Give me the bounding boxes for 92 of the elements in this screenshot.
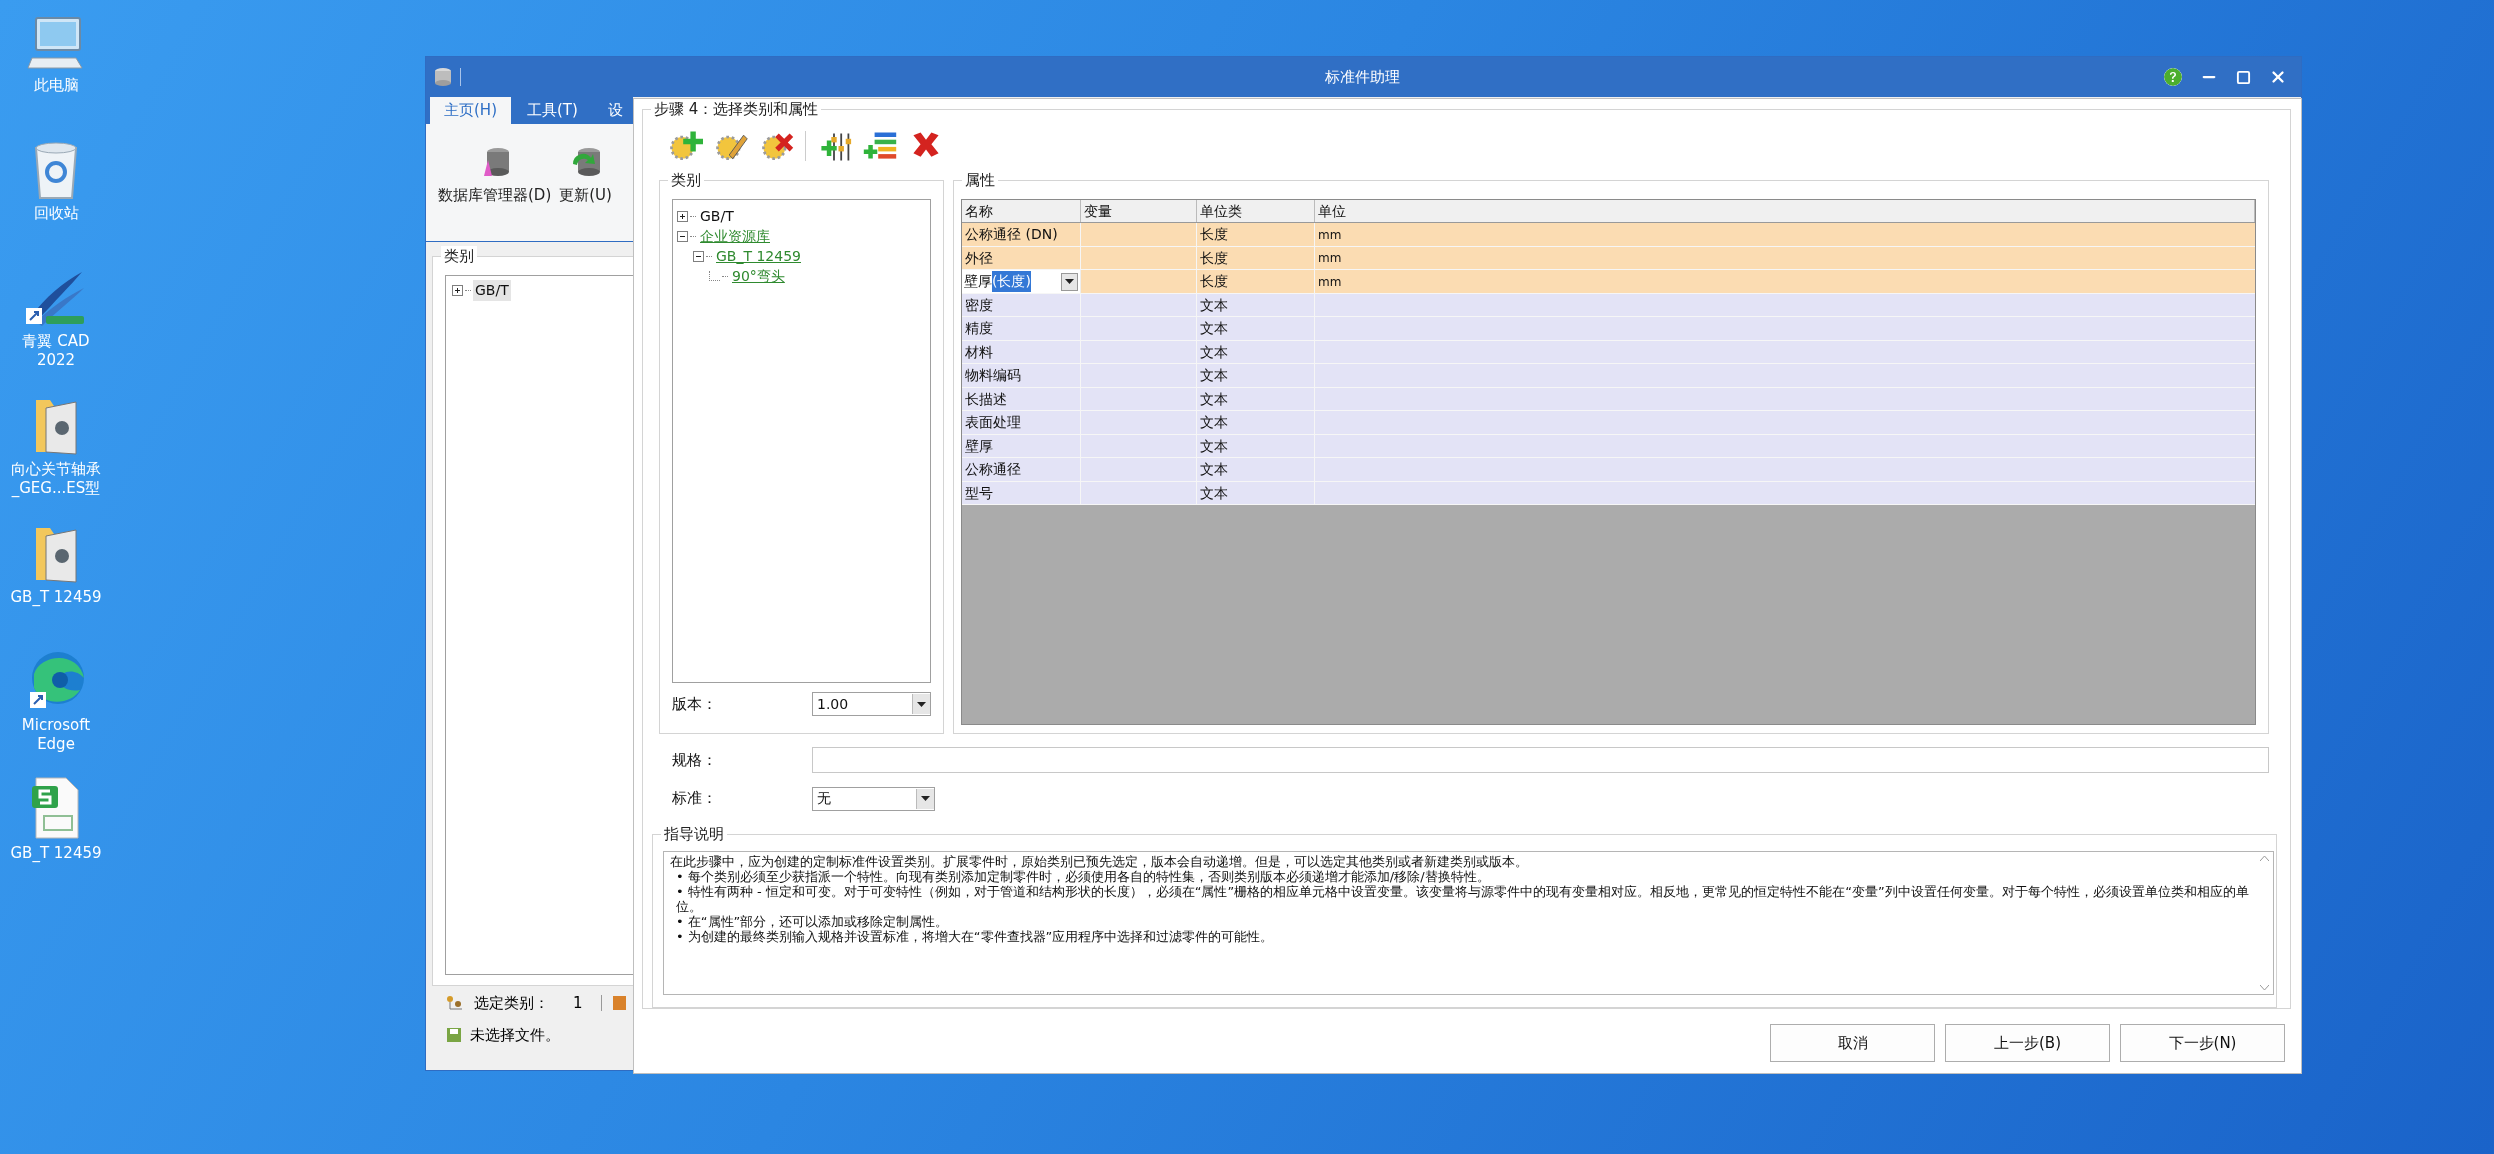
table-row[interactable]: 外径 长度 mm <box>962 246 2255 271</box>
dialog-button[interactable]: 取消 <box>1770 1024 1935 1062</box>
group-title: 步骤 4：选择类别和属性 <box>651 99 822 119</box>
collapse-icon[interactable] <box>677 230 688 242</box>
tree-item[interactable]: GB_T 12459 <box>714 245 803 267</box>
dialog-button[interactable]: 上一步(B) <box>1945 1024 2110 1062</box>
spreadsheet-file-icon <box>30 776 82 840</box>
guidance-paragraph: 在此步骤中，应为创建的定制标准件设置类别。扩展零件时，原始类别已预先选定，版本会自动递增。但是，可以选定其他类别或者新建类别或版本。 <box>670 854 1529 870</box>
table-cell-text: mm <box>1317 226 1343 244</box>
table-cell: 公称通径 (DN) <box>962 223 1081 246</box>
guidance-bullet: • 特性有两种 - 恒定和可变。对于可变特性（例如，对于管道和结构形状的长度），必须在“属性”栅格的相应单元格中设置变量。该变量将与源零件中的现有变量相对应。相反地，更常见的恒定特性不能在“变量”列中设置任何变量。对于每个特性，必须设置单位类和相应的单位。 <box>675 884 2250 915</box>
help-icon[interactable] <box>2164 68 2182 86</box>
tree-item[interactable]: GB/T <box>473 279 511 301</box>
category-icon <box>446 995 464 1011</box>
ribbon-tab[interactable]: 设 <box>593 97 633 124</box>
table-cell: 表面处理 <box>962 411 1081 434</box>
database-icon <box>434 67 452 87</box>
table-row[interactable]: 公称通径 (DN) 长度 mm <box>962 223 2255 247</box>
column-header[interactable]: 名称 <box>962 200 1081 223</box>
table-cell-text: 文本 <box>1199 389 1229 409</box>
save-icon <box>446 1027 462 1043</box>
table-row[interactable]: 长描述 文本 <box>962 387 2255 412</box>
table-row[interactable]: 型号 文本 <box>962 481 2255 506</box>
table-row[interactable]: 精度 文本 <box>962 317 2255 341</box>
status-label: 选定类别： <box>474 992 549 1014</box>
dropdown-arrow-icon <box>921 796 930 802</box>
table-row[interactable]: 表面处理 文本 <box>962 411 2255 435</box>
standard-label: 标准： <box>672 788 718 810</box>
dropdown-arrow-icon <box>917 701 926 707</box>
standard-dropdown[interactable]: 无 <box>812 786 935 811</box>
scroll-up-icon[interactable] <box>2260 856 2269 862</box>
guidance-bullet: • 为创建的最终类别输入规格并设置标准，将增大在“零件查找器”应用程序中选择和过滤零件的可能性。 <box>675 929 1275 945</box>
column-header[interactable]: 变量 <box>1081 200 1197 223</box>
table-cell-text: 文本 <box>1199 436 1229 456</box>
dialog-button[interactable]: 下一步(N) <box>2120 1024 2285 1062</box>
table-cell: 材料 <box>962 340 1081 364</box>
tree-item[interactable]: GB/T <box>698 205 736 227</box>
expand-icon[interactable] <box>677 210 688 222</box>
table-cell-text: 长度 <box>1199 225 1229 245</box>
table-cell-text: mm <box>1317 273 1343 291</box>
table-cell-text: 文本 <box>1199 483 1229 503</box>
table-cell-text: 文本 <box>1199 319 1229 339</box>
group-title: 类别 <box>441 246 477 266</box>
table-cell-text: 文本 <box>1199 295 1229 315</box>
name-editor[interactable]: 壁厚(长度) <box>962 270 1081 293</box>
ribbon-tab[interactable]: 工具(T) <box>513 97 592 124</box>
computer-icon <box>26 16 86 72</box>
ribbon-button-label[interactable]: 更新(U) <box>559 184 612 207</box>
table-row[interactable]: 密度 文本 <box>962 293 2255 318</box>
expand-icon[interactable] <box>452 284 463 296</box>
dropdown-arrow-icon <box>1065 279 1074 285</box>
table-row[interactable]: 材料 文本 <box>962 340 2255 365</box>
tree-item[interactable]: 90°弯头 <box>730 265 787 287</box>
ribbon-tab[interactable]: 主页(H) <box>430 97 511 124</box>
table-cell: 长描述 <box>962 387 1081 411</box>
table-row[interactable]: 壁厚 文本 <box>962 434 2255 459</box>
version-label: 版本： <box>672 694 718 716</box>
table-cell-text: 文本 <box>1199 366 1229 386</box>
table-cell-text: 文本 <box>1199 460 1229 480</box>
group-title: 指导说明 <box>661 824 727 845</box>
table-cell-text: mm <box>1317 250 1343 268</box>
table-cell: 物料编码 <box>962 364 1081 387</box>
close-icon[interactable] <box>2269 68 2287 86</box>
spec-label: 规格： <box>672 749 718 771</box>
table-row[interactable]: 物料编码 文本 <box>962 364 2255 388</box>
guidance-bullet: • 每个类别必须至少获指派一个特性。向现有类别添加定制零件时，必须使用各自的特性集，否则类别版本必须递增才能添加/移除/替换特性。 <box>675 869 1491 885</box>
table-cell: 密度 <box>962 293 1081 317</box>
tree-item[interactable]: 企业资源库 <box>698 225 772 247</box>
spec-field[interactable] <box>812 746 2269 773</box>
version-dropdown[interactable]: 1.00 <box>812 692 931 717</box>
book-icon <box>611 995 626 1011</box>
table-row[interactable]: 壁厚(长度) 长度 mm <box>962 270 2255 294</box>
guidance-bullet: • 在“属性”部分，还可以添加或移除定制属性。 <box>675 914 950 930</box>
table-cell-text: 文本 <box>1199 413 1229 433</box>
maximize-icon[interactable] <box>2236 69 2251 85</box>
table-cell: 型号 <box>962 481 1081 505</box>
column-header[interactable]: 单位类 <box>1197 200 1315 223</box>
status-text: 未选择文件。 <box>470 1024 560 1046</box>
table-cell: 公称通径 <box>962 458 1081 481</box>
status-count: 1 <box>573 992 583 1014</box>
table-cell-text: 长度 <box>1199 248 1229 268</box>
window-title: 标准件助理 <box>1324 66 1401 88</box>
scroll-down-icon[interactable] <box>2260 985 2269 990</box>
column-header[interactable]: 单位 <box>1315 200 2255 223</box>
table-row[interactable]: 公称通径 文本 <box>962 458 2255 482</box>
table-cell-text: 文本 <box>1199 342 1229 362</box>
table-cell: 壁厚 <box>962 434 1081 458</box>
table-cell: 精度 <box>962 317 1081 340</box>
table-cell: 外径 <box>962 246 1081 270</box>
ribbon-button-label[interactable]: 数据库管理器(D) <box>438 184 552 207</box>
table-cell-text: 长度 <box>1199 272 1229 292</box>
collapse-icon[interactable] <box>693 250 704 262</box>
